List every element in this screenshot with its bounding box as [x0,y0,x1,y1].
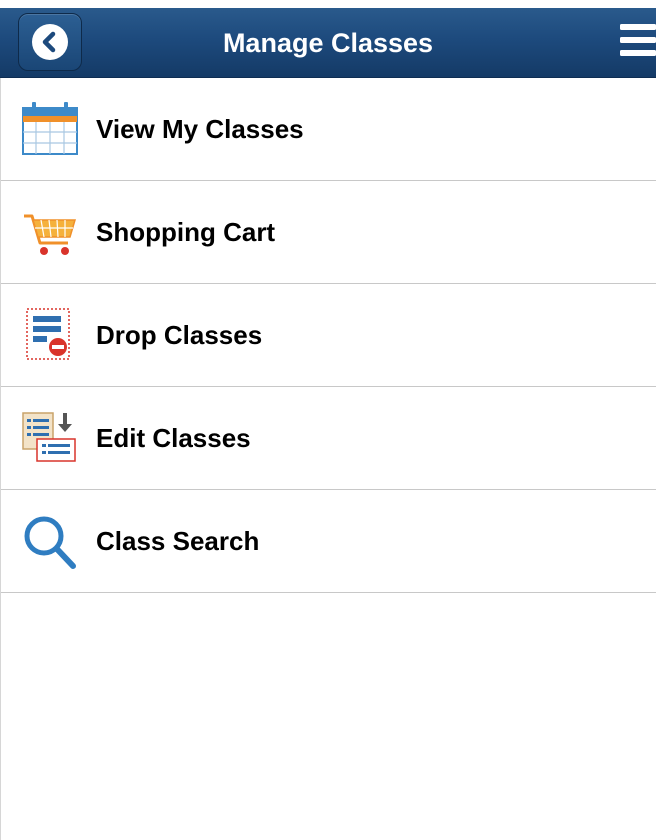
menu-item-label: View My Classes [96,114,304,144]
menu-item-edit-classes[interactable]: Edit Classes [1,387,656,490]
calendar-icon [21,100,79,158]
menu-item-drop-classes[interactable]: Drop Classes [1,284,656,387]
hamburger-menu-icon[interactable] [612,20,656,64]
search-icon [21,512,79,570]
menu-list: View My Classes Shopping Cart Drop Class… [0,78,656,593]
header-bar: Manage Classes [0,8,656,78]
shopping-cart-icon [21,203,79,261]
edit-classes-icon [21,409,79,467]
menu-item-view-my-classes[interactable]: View My Classes [1,78,656,181]
page-title: Manage Classes [222,28,434,58]
page: Manage Classes View My Classes Shopping … [0,0,656,840]
menu-item-shopping-cart[interactable]: Shopping Cart [1,181,656,284]
menu-item-class-search[interactable]: Class Search [1,490,656,593]
menu-item-label: Shopping Cart [96,217,276,247]
back-button[interactable] [18,13,82,71]
chevron-left-icon [32,24,68,60]
empty-content-area [0,593,656,840]
menu-item-label: Drop Classes [96,320,263,350]
menu-item-label: Class Search [96,526,260,556]
top-strip [0,0,656,8]
drop-classes-icon [21,306,79,364]
menu-item-label: Edit Classes [96,423,251,453]
